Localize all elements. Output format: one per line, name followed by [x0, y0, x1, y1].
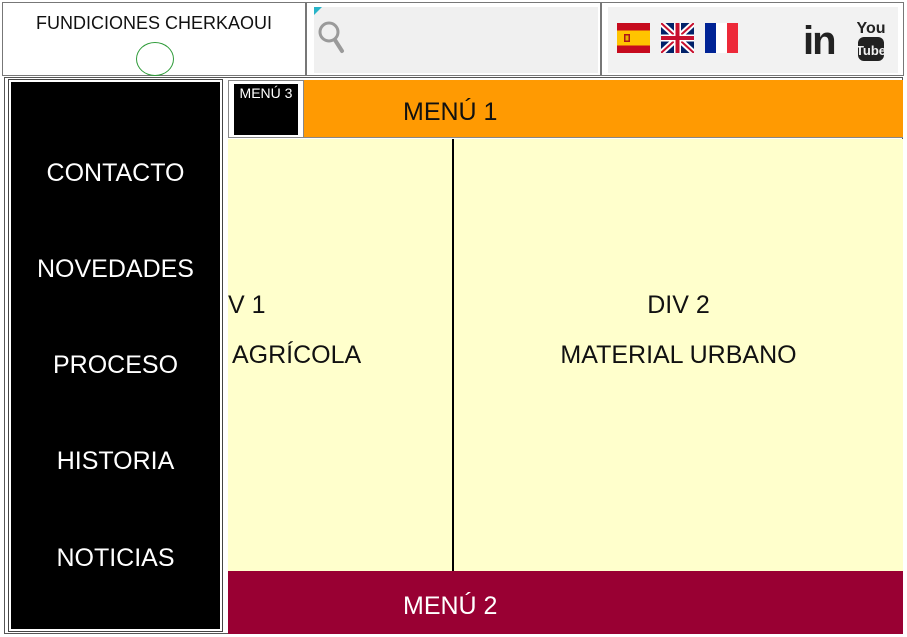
menu1-bar[interactable]: MENÚ 1	[304, 80, 903, 138]
menu3-button[interactable]: MENÚ 3	[234, 84, 298, 135]
youtube-icon[interactable]: You Tube	[857, 15, 885, 65]
youtube-top-text: You	[857, 20, 885, 37]
brand-title: FUNDICIONES CHERKAOUI	[35, 13, 273, 33]
div2-subtitle[interactable]: MATERIAL URBANO	[454, 341, 903, 370]
header-toolbar: in You Tube	[601, 2, 904, 76]
menu3-box: MENÚ 3	[228, 80, 304, 138]
brand-logo-circle[interactable]	[136, 42, 174, 76]
div1-title: V 1	[228, 291, 266, 319]
search-box	[306, 2, 601, 76]
sidebar-item-proceso[interactable]: PROCESO	[11, 351, 220, 380]
menu2-bar[interactable]: MENÚ 2	[228, 571, 903, 634]
sidebar-item-novedades[interactable]: NOVEDADES	[11, 255, 220, 284]
content-divider	[452, 139, 454, 571]
uk-flag-icon[interactable]	[661, 23, 694, 53]
youtube-bottom-text: Tube	[857, 43, 885, 58]
search-input[interactable]	[314, 7, 598, 73]
div2-title: DIV 2	[647, 291, 710, 319]
france-flag-icon[interactable]	[705, 23, 738, 53]
linkedin-icon[interactable]: in	[803, 21, 837, 61]
div1-subtitle[interactable]: AGRÍCOLA	[232, 341, 361, 370]
search-corner-marker	[314, 7, 322, 15]
language-social-bar: in You Tube	[608, 7, 898, 73]
content-area: V 1 AGRÍCOLA DIV 2 MATERIAL URBANO	[228, 139, 903, 571]
menu2-label: MENÚ 2	[403, 592, 498, 620]
sidebar-item-contacto[interactable]: CONTACTO	[11, 159, 220, 188]
spain-flag-icon[interactable]	[617, 23, 650, 53]
sidebar-item-noticias[interactable]: NOTICIAS	[11, 544, 220, 573]
sidebar-item-historia[interactable]: HISTORIA	[11, 447, 220, 476]
brand-header: FUNDICIONES CHERKAOUI	[2, 2, 306, 76]
sidebar-menu: CONTACTO NOVEDADES PROCESO HISTORIA NOTI…	[8, 79, 223, 632]
menu1-label: MENÚ 1	[403, 98, 498, 126]
